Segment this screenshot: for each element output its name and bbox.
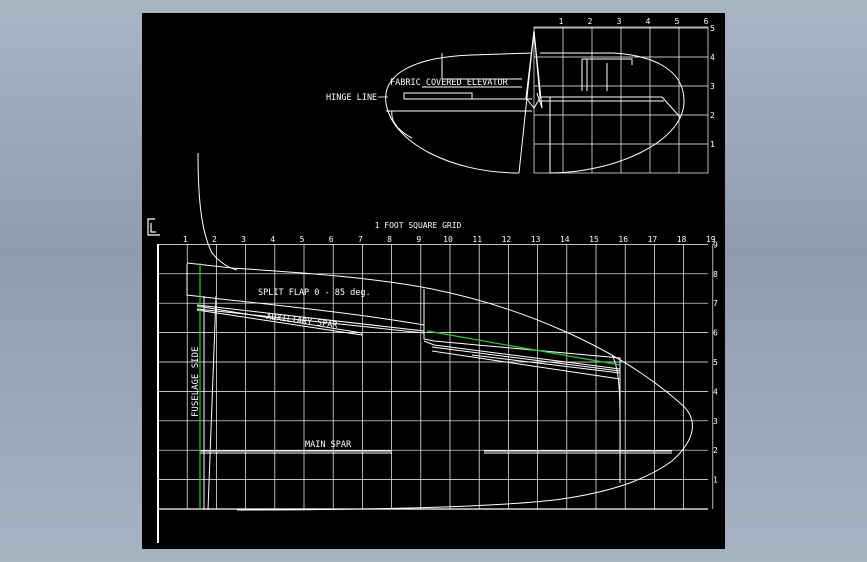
main-y-tick-label: 1 [713,476,718,485]
main-y-tick-label: 7 [713,299,718,308]
tail-y-tick-label: 2 [710,111,715,120]
fuselage-side-label: FUSELAGE SIDE [191,347,201,417]
main-x-tick-label: 7 [358,235,363,244]
wing-outline [186,152,693,511]
main-grid-x-labels: 1 2 3 4 5 6 7 8 9 10 11 12 13 14 15 16 17 18 19 [183,235,716,244]
tail-x-tick-label: 6 [704,17,709,26]
tailplane-outline [385,30,685,174]
main-x-tick-label: 3 [241,235,246,244]
hinge-line-label: HINGE LINE [326,93,377,103]
main-x-tick-label: 11 [472,235,482,244]
main-grid [158,244,714,509]
main-spar-label: MAIN SPAR [305,440,352,450]
tail-x-tick-label: 2 [588,17,593,26]
main-x-tick-label: 2 [212,235,217,244]
main-x-tick-label: 8 [387,235,392,244]
ucs-icon [147,218,160,236]
wing-planform-drawing: 1 2 3 4 5 6 7 8 9 10 11 12 13 14 15 16 17 18 19 123456789 … [147,17,718,543]
tail-x-tick-label: 3 [617,17,622,26]
main-x-tick-label: 4 [270,235,275,244]
tail-x-tick-label: 4 [646,17,651,26]
main-x-tick-label: 12 [502,235,512,244]
main-x-tick-label: 10 [443,235,453,244]
tail-x-tick-label: 5 [675,17,680,26]
main-x-tick-label: 1 [183,235,188,244]
main-y-tick-label: 4 [713,387,718,396]
main-x-tick-label: 9 [416,235,421,244]
tail-grid [533,26,709,174]
tail-y-tick-label: 4 [710,53,715,62]
split-flap-label: SPLIT FLAP 0 - 85 deg. [258,288,371,298]
tail-y-tick-label: 5 [710,24,715,33]
main-grid-title: 1 FOOT SQUARE GRID [375,221,462,230]
main-x-tick-label: 13 [531,235,541,244]
main-y-tick-label: 2 [713,446,718,455]
main-grid-y-labels: 1 2 3 4 5 6 7 8 9 [713,240,718,484]
tail-y-tick-label: 3 [710,82,715,91]
main-y-tick-label: 8 [713,270,718,279]
main-y-tick-label: 3 [713,417,718,426]
main-y-tick-label: 6 [713,329,718,338]
main-x-tick-label: 5 [300,235,305,244]
tail-x-tick-label: 1 [559,17,564,26]
tail-grid-x-labels: 1 2 3 4 5 6 [559,17,709,26]
main-x-tick-label: 14 [560,235,570,244]
main-y-tick-label: 5 [713,358,718,367]
tail-grid-y-labels: 1 2 3 4 5 [710,24,715,149]
fabric-elevator-label: FABRIC COVERED ELEVATOR [390,78,509,88]
main-x-tick-label: 16 [618,235,628,244]
main-x-tick-label: 6 [329,235,334,244]
auxiliary-spar-label: AUXILIARY SPAR [266,312,339,331]
main-x-tick-label: 18 [677,235,687,244]
main-x-tick-label: 15 [589,235,599,244]
cad-viewport[interactable]: 1 2 3 4 5 6 7 8 9 10 11 12 13 14 15 16 17 18 19 123456789 … [142,13,725,549]
main-y-tick-label: 9 [713,240,718,249]
main-x-tick-label: 17 [648,235,658,244]
green-reference-lines [199,263,621,509]
tail-y-tick-label: 1 [710,140,715,149]
